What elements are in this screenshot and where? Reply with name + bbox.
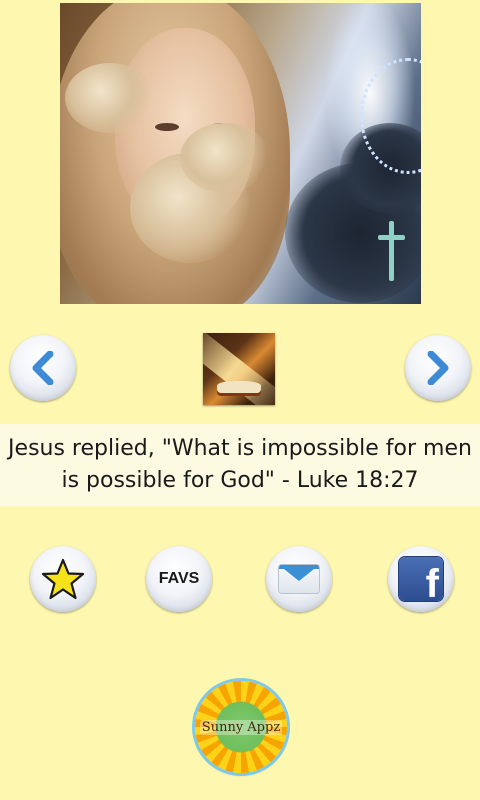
chevron-left-icon (32, 351, 54, 385)
hero-eye-left (155, 123, 179, 131)
add-favorite-button[interactable] (30, 546, 96, 612)
previous-quote-button[interactable] (10, 335, 76, 401)
chevron-right-icon (427, 351, 449, 385)
favs-label: FAVS (158, 570, 200, 587)
hero-cloud (180, 123, 270, 193)
next-quote-button[interactable] (405, 335, 471, 401)
share-email-button[interactable] (266, 546, 332, 612)
logo-text: Sunny Appz (199, 719, 283, 735)
hero-cross-bar (378, 235, 405, 240)
sunny-appz-logo[interactable]: Sunny Appz (195, 681, 287, 773)
hero-cloud (65, 63, 155, 133)
light-ray (203, 333, 275, 405)
envelope-icon (279, 565, 319, 593)
star-icon (41, 558, 85, 600)
hero-image (60, 3, 421, 304)
favorites-button[interactable]: FAVS (146, 546, 212, 612)
facebook-icon: f (399, 557, 443, 601)
hero-cross (389, 221, 394, 281)
open-book-icon (217, 381, 261, 393)
bible-button[interactable] (203, 333, 275, 405)
facebook-share-button[interactable]: f (388, 546, 454, 612)
quote-text: Jesus replied, "What is impossible for m… (0, 424, 480, 506)
